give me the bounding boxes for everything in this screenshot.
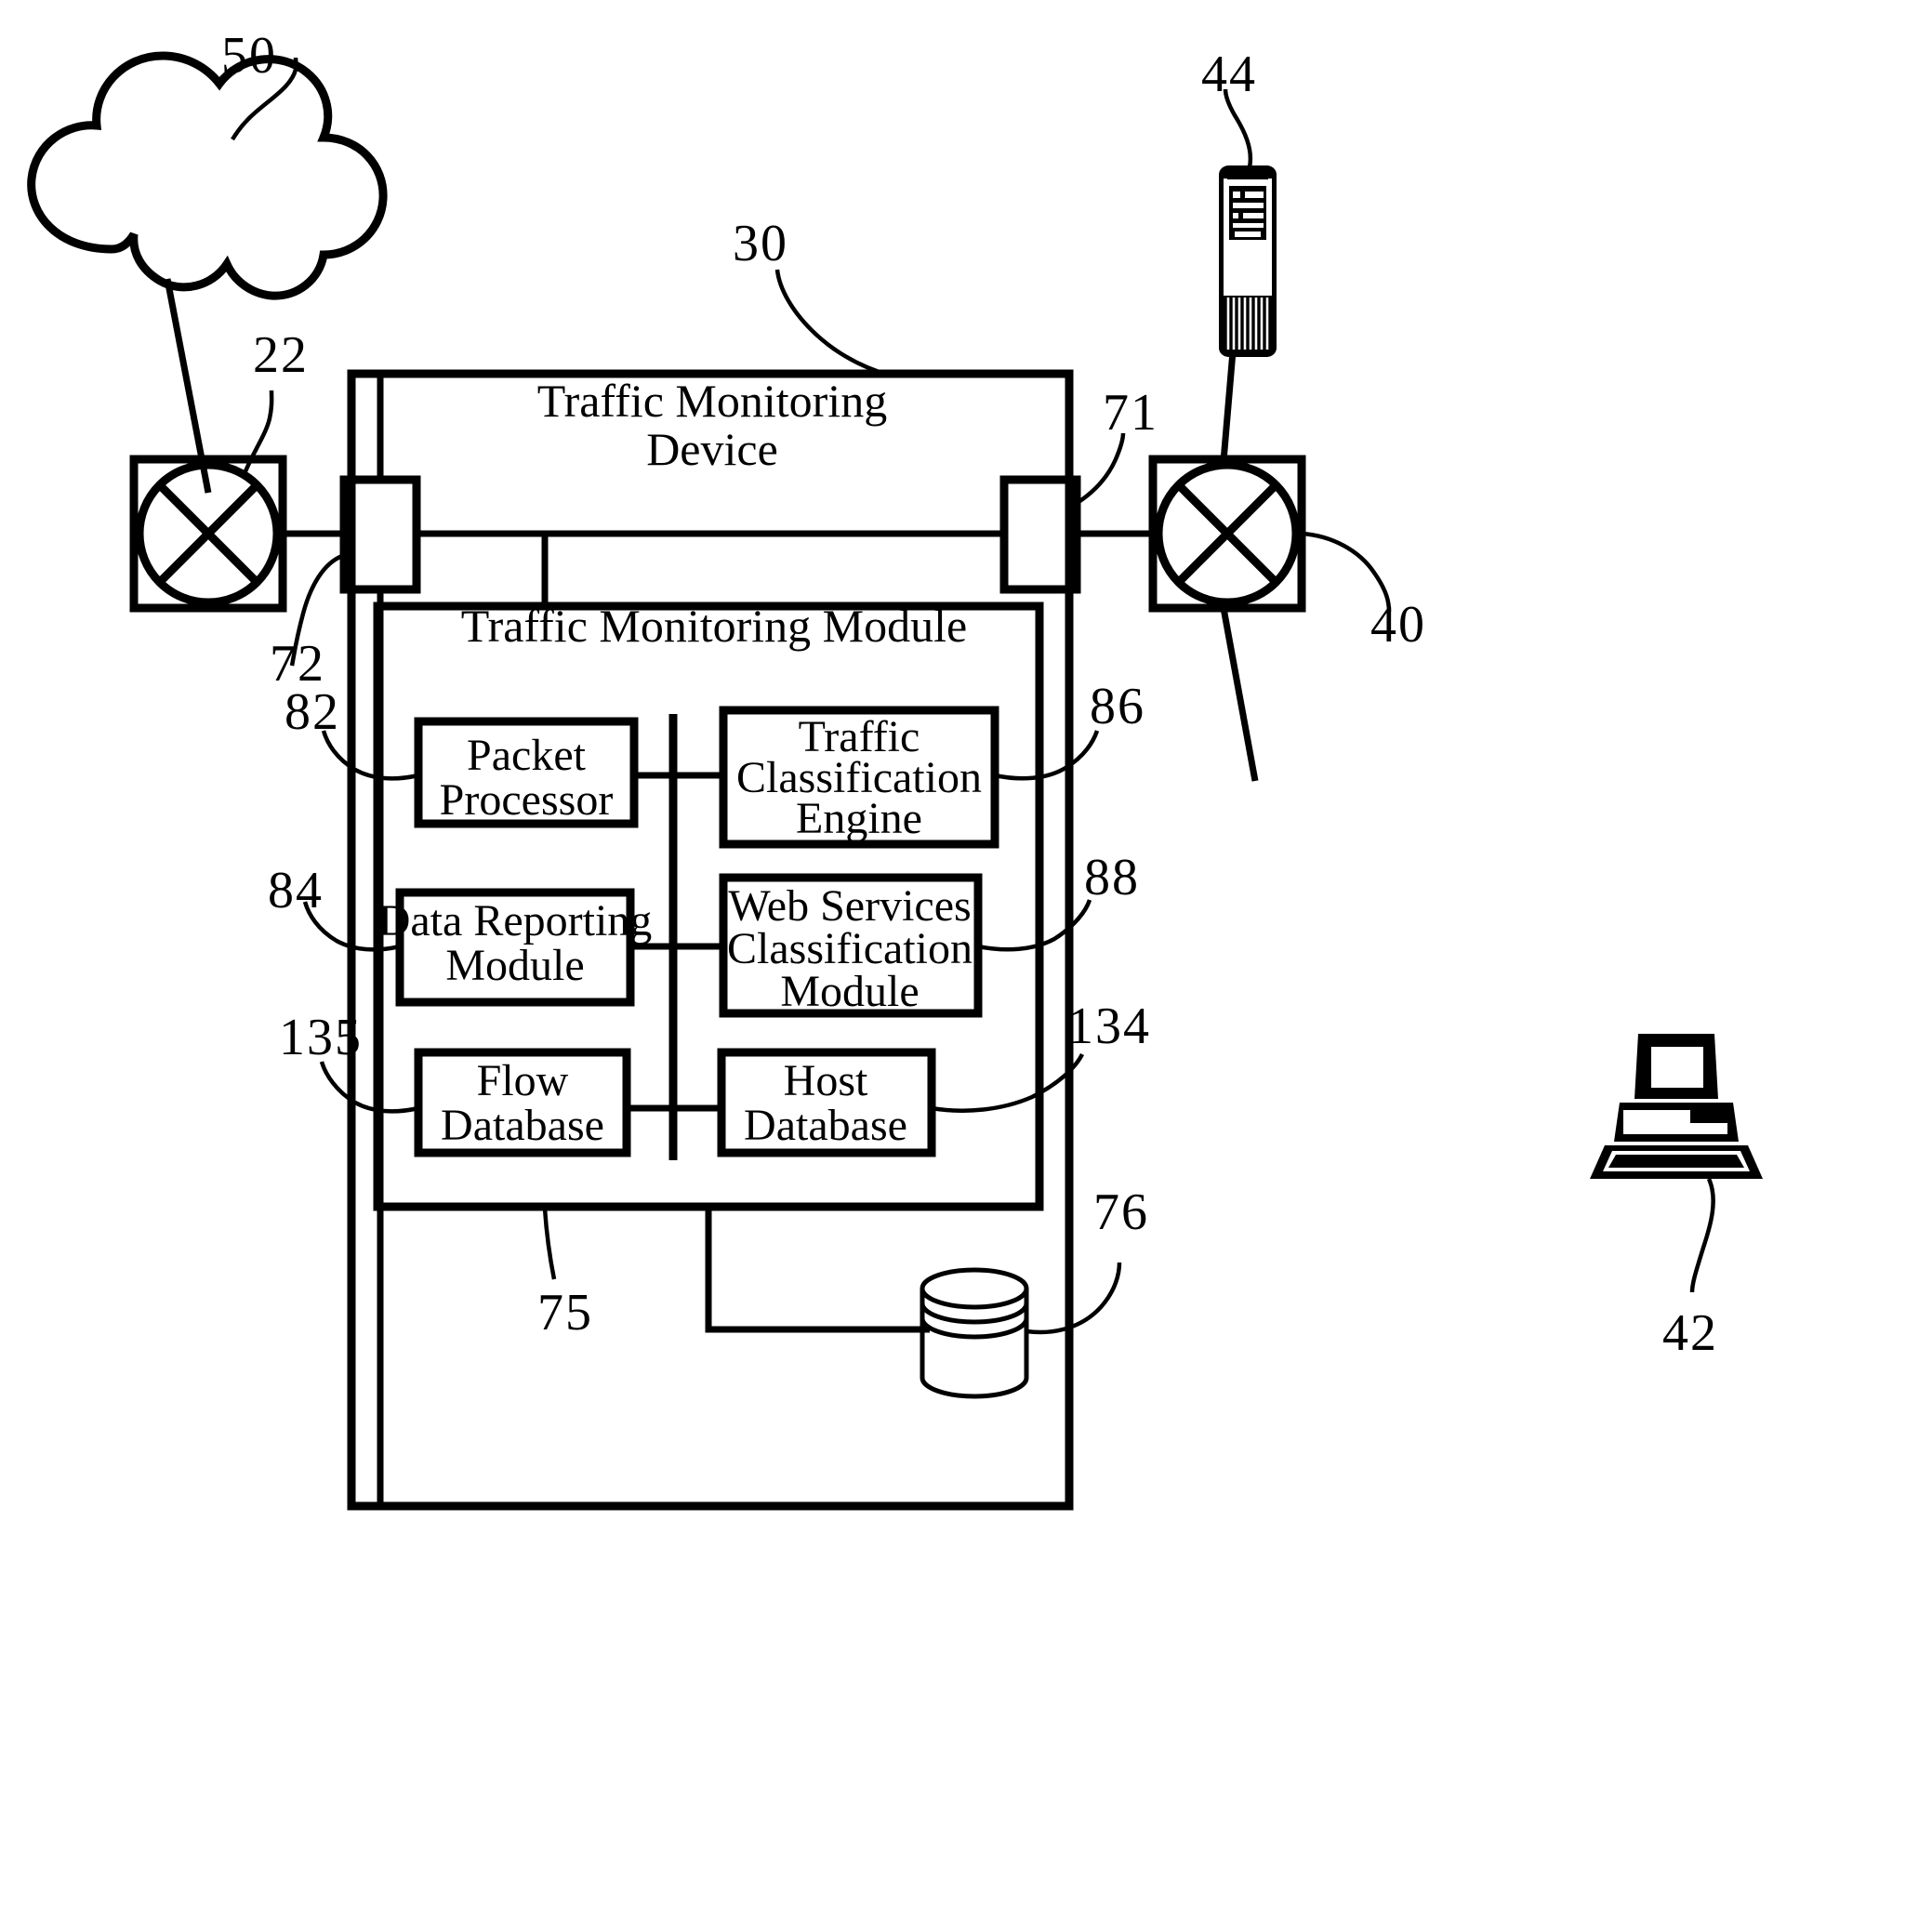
ref-label-71: 71 bbox=[1103, 384, 1158, 442]
flow-database-label-line-2: Database bbox=[441, 1101, 604, 1150]
ref-label-82: 82 bbox=[285, 683, 340, 741]
packet-processor-label-line-2: Processor bbox=[440, 775, 614, 825]
ref-label-44: 44 bbox=[1201, 46, 1257, 103]
ref-label-75: 75 bbox=[537, 1284, 593, 1342]
router-40-icon bbox=[1148, 455, 1306, 613]
network-cloud-icon bbox=[27, 51, 388, 300]
traffic-classification-engine-label-line-3: Engine bbox=[796, 794, 922, 843]
ref-label-50: 50 bbox=[221, 27, 277, 85]
leader-30 bbox=[774, 269, 892, 378]
flow-database-label-line-1: Flow bbox=[477, 1056, 569, 1105]
leader-71 bbox=[1077, 432, 1126, 504]
leader-75 bbox=[542, 1208, 557, 1280]
laptop-icon bbox=[1590, 1034, 1763, 1179]
ref-label-84: 84 bbox=[268, 862, 324, 919]
ref-label-88: 88 bbox=[1084, 849, 1140, 906]
device-title-line-2: Device bbox=[646, 423, 778, 475]
link-router40-to-server44 bbox=[1220, 350, 1237, 462]
database-cylinder-icon bbox=[920, 1267, 1029, 1399]
diagram-canvas: 50 22 Traffic Monitoring Device 30 72 71… bbox=[27, 27, 1763, 1511]
ref-label-76: 76 bbox=[1093, 1183, 1149, 1241]
ref-label-86: 86 bbox=[1090, 678, 1145, 735]
packet-processor-label-line-1: Packet bbox=[467, 731, 587, 780]
ref-label-22: 22 bbox=[253, 326, 309, 384]
leader-134 bbox=[931, 1052, 1085, 1113]
ref-label-30: 30 bbox=[733, 215, 788, 272]
link-router40-to-laptop42 bbox=[1220, 607, 1259, 782]
leader-42 bbox=[1689, 1178, 1715, 1293]
ref-label-40: 40 bbox=[1370, 596, 1426, 654]
web-services-label-line-3: Module bbox=[780, 967, 919, 1016]
data-reporting-module-label-line-1: Data Reporting bbox=[378, 896, 653, 945]
module-title: Traffic Monitoring Module bbox=[461, 600, 967, 652]
patent-figure: 50 22 Traffic Monitoring Device 30 72 71… bbox=[0, 0, 1932, 1930]
host-database-label-line-1: Host bbox=[784, 1056, 868, 1105]
leader-86 bbox=[994, 730, 1100, 781]
host-database-label-line-2: Database bbox=[744, 1101, 907, 1150]
ref-label-134: 134 bbox=[1067, 998, 1151, 1055]
link-module-to-storage bbox=[705, 1207, 930, 1333]
device-title-line-1: Traffic Monitoring bbox=[537, 375, 887, 427]
server-tower-icon bbox=[1219, 165, 1277, 357]
ref-label-135: 135 bbox=[279, 1009, 363, 1066]
ref-label-42: 42 bbox=[1662, 1304, 1718, 1362]
leader-135 bbox=[319, 1061, 419, 1114]
data-reporting-module-label-line-2: Module bbox=[445, 941, 584, 990]
